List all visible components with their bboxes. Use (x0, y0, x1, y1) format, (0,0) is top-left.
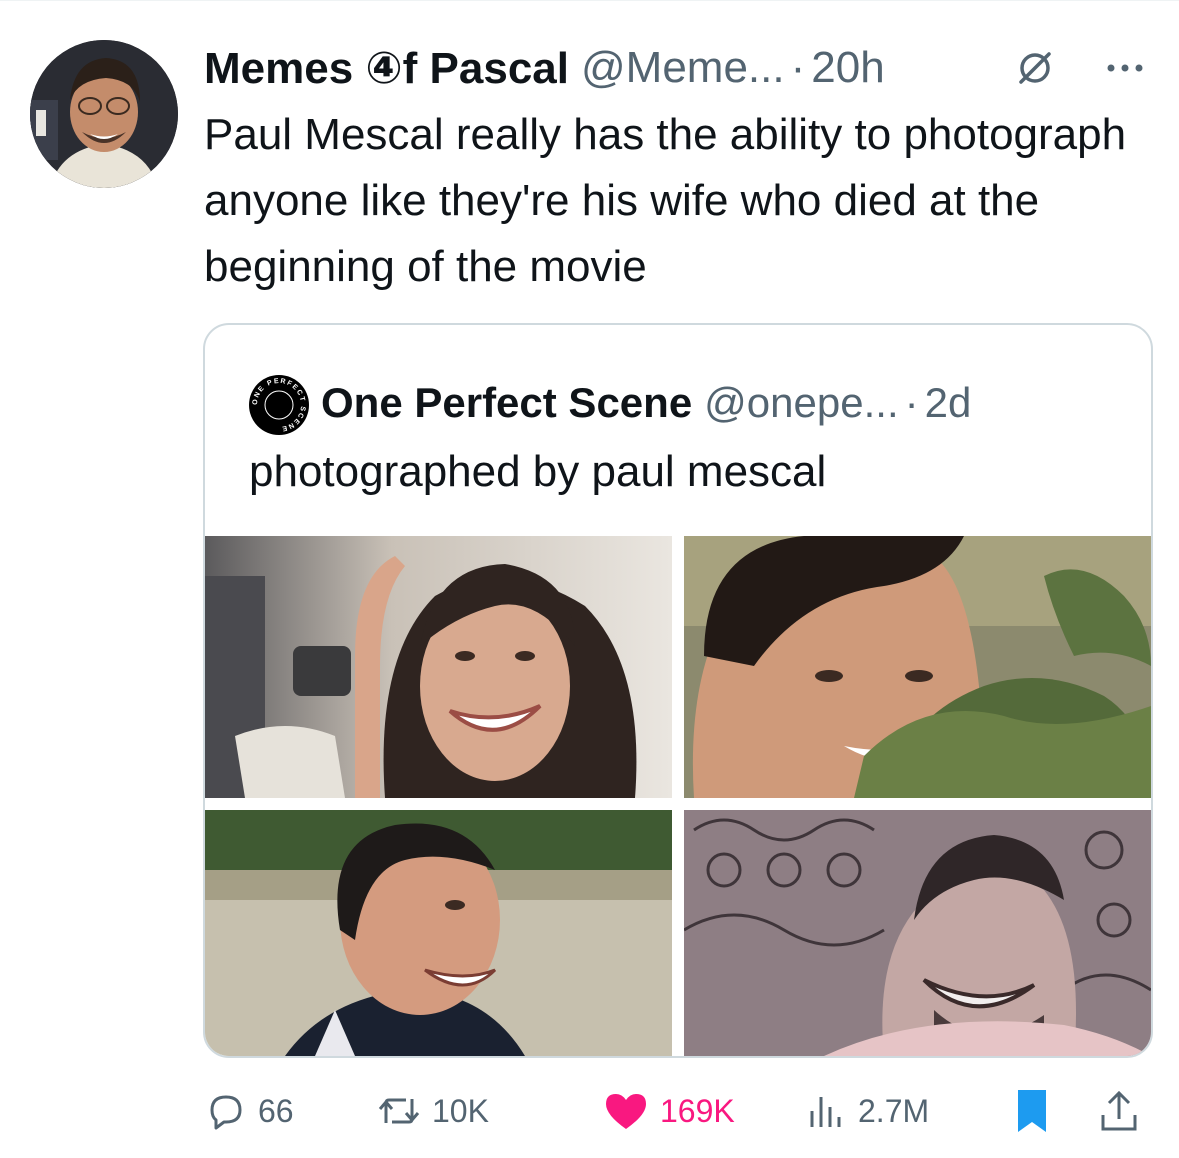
quoted-display-name[interactable]: One Perfect Scene (321, 379, 692, 427)
photo-man-laughing[interactable] (684, 810, 1151, 1056)
more-icon[interactable] (1100, 48, 1150, 88)
photo-man-outdoors[interactable] (205, 810, 672, 1056)
quoted-text: photographed by paul mescal (249, 447, 827, 496)
repost-count: 10K (432, 1092, 489, 1129)
views-count: 2.7M (858, 1092, 930, 1129)
like-button[interactable]: 169K (602, 1082, 735, 1140)
like-count: 169K (660, 1092, 735, 1129)
top-divider (0, 0, 1179, 7)
share-icon (1101, 1090, 1137, 1131)
repost-button[interactable]: 10K (376, 1082, 489, 1140)
views-icon (810, 1097, 841, 1127)
views-button[interactable]: 2.7M (804, 1082, 929, 1140)
like-icon (606, 1094, 646, 1129)
share-button[interactable] (1097, 1082, 1151, 1140)
tweet-text: Paul Mescal really has the ability to ph… (204, 110, 1127, 291)
quoted-separator: · (904, 379, 919, 426)
repost-icon (378, 1098, 420, 1124)
profile-photo-avatar (30, 40, 178, 188)
photo-man-behind-plant[interactable] (684, 536, 1151, 798)
bookmark-icon (1018, 1090, 1046, 1132)
one-perfect-scene-logo[interactable]: ONE PERFECT SCENE (249, 375, 309, 435)
quoted-tweet[interactable]: ONE PERFECT SCENE One Perfect Scene @one… (203, 323, 1153, 1058)
photo-woman-smiling[interactable] (205, 536, 672, 798)
quoted-header: One Perfect Scene @onepe... · 2d (321, 373, 971, 433)
reply-count: 66 (258, 1092, 294, 1129)
action-bar: 66 10K 169K 2.7M (204, 1082, 1149, 1140)
author-display-name[interactable]: Memes ④f Pascal (204, 43, 569, 94)
author-avatar[interactable] (30, 40, 178, 188)
quoted-timestamp[interactable]: 2d (925, 379, 972, 427)
tweet-timestamp[interactable]: 20h (811, 43, 884, 93)
header-separator: · (790, 43, 806, 92)
grok-icon[interactable] (1015, 48, 1055, 88)
tweet-header: Memes ④f Pascal @Meme... · 20h (204, 38, 885, 98)
author-handle[interactable]: @Meme... (581, 43, 785, 93)
bookmark-button[interactable] (1012, 1082, 1062, 1140)
quoted-handle[interactable]: @onepe... (704, 379, 898, 427)
reply-icon (210, 1095, 242, 1130)
reply-button[interactable]: 66 (204, 1082, 294, 1140)
